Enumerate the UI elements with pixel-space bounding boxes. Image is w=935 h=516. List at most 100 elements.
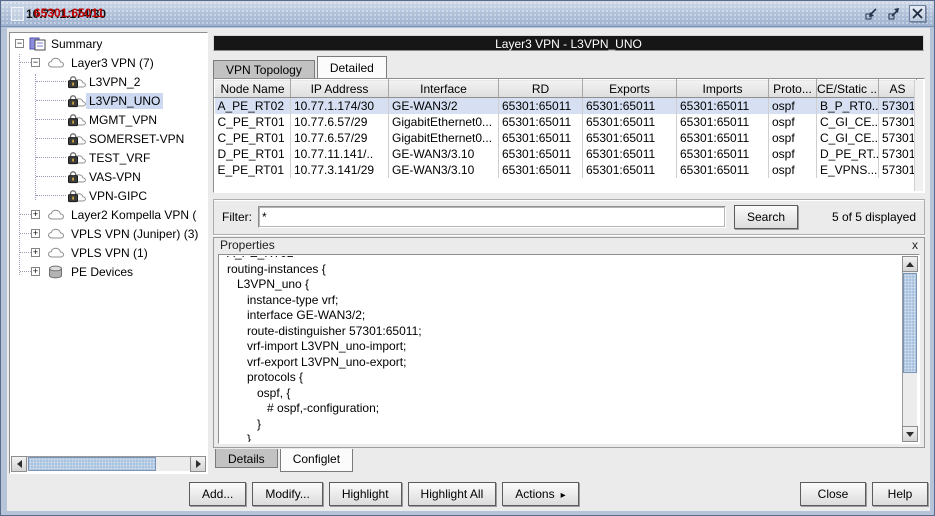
tree-item-vpn-gipc[interactable]: VPN-GIPC (11, 186, 206, 205)
table-cell[interactable]: 10.77.11.141/.. (291, 146, 389, 162)
table-cell[interactable]: C_GI_CE... (817, 130, 879, 146)
tree-item-label[interactable]: Summary (48, 36, 105, 52)
scroll-down-button[interactable] (902, 426, 918, 442)
table-cell[interactable]: 10.77.1.174/30 (291, 98, 389, 114)
table-cell[interactable]: 65301:65011 (677, 98, 769, 114)
table-cell[interactable]: GigabitEthernet0... (389, 114, 499, 130)
table-cell[interactable]: 65301:65011 (677, 146, 769, 162)
filter-input[interactable] (258, 206, 726, 228)
tree-item-vas-vpn[interactable]: VAS-VPN (11, 167, 206, 186)
properties-vertical-scrollbar[interactable] (902, 256, 918, 442)
column-header-proto[interactable]: Proto... (769, 80, 817, 98)
tree-item-label[interactable]: L3VPN_2 (86, 74, 143, 90)
table-cell[interactable]: 65301:65011 (677, 130, 769, 146)
table-cell[interactable]: ospf (769, 146, 817, 162)
tree-item-label[interactable]: SOMERSET-VPN (86, 131, 187, 147)
tree-item-l3vpn-uno[interactable]: L3VPN_UNO (11, 91, 206, 110)
tab-detailed[interactable]: Detailed (317, 56, 387, 78)
tree-item-label[interactable]: VPN-GIPC (86, 188, 150, 204)
scroll-up-button[interactable] (902, 256, 918, 272)
column-header-rd[interactable]: RD (499, 80, 583, 98)
tree-item-label[interactable]: Layer3 VPN (7) (68, 55, 157, 71)
collapse-icon[interactable]: − (31, 58, 40, 67)
scroll-right-button[interactable] (190, 456, 206, 472)
tree-item-summary[interactable]: − Summary (11, 34, 206, 53)
column-header-ip-address[interactable]: IP Address (291, 80, 389, 98)
table-cell[interactable]: 10.77.3.141/29 (291, 162, 389, 178)
table-cell[interactable]: 10.77.6.57/29 (291, 114, 389, 130)
table-row[interactable]: C_PE_RT0110.77.6.57/29GigabitEthernet0..… (215, 130, 917, 146)
modify-button[interactable]: Modify... (252, 482, 322, 506)
tab-vpn-topology[interactable]: VPN Topology (213, 60, 315, 78)
tree-item-label[interactable]: VPLS VPN (1) (68, 245, 151, 261)
table-row[interactable]: D_PE_RT0110.77.11.141/..GE-WAN3/3.10 6530… (215, 146, 917, 162)
tree-item-layer3-vpn-7[interactable]: − Layer3 VPN (7) (11, 53, 206, 72)
table-vertical-scrollbar[interactable] (914, 80, 923, 191)
column-header-node-name[interactable]: Node Name (215, 80, 291, 98)
tab-configlet[interactable]: Configlet (280, 449, 353, 472)
table-cell[interactable]: 65301:65011 (499, 162, 583, 178)
search-button[interactable]: Search (734, 205, 798, 229)
table-cell[interactable]: D_PE_RT... (817, 146, 879, 162)
table-row[interactable]: E_PE_RT0110.77.3.141/29GE-WAN3/3.1065301… (215, 162, 917, 178)
add-button[interactable]: Add... (189, 482, 246, 506)
expand-icon[interactable]: + (31, 210, 40, 219)
column-header-as[interactable]: AS (879, 80, 917, 98)
column-header-imports[interactable]: Imports (677, 80, 769, 98)
table-cell[interactable]: E_VPNS... (817, 162, 879, 178)
table-cell[interactable]: 65301:65011 (677, 114, 769, 130)
table-cell[interactable]: 65301:65011 (583, 146, 677, 162)
tree-item-mgmt-vpn[interactable]: MGMT_VPN (11, 110, 206, 129)
tree-item-l3vpn-2[interactable]: L3VPN_2 (11, 72, 206, 91)
tree-item-label[interactable]: Layer2 Kompella VPN ( (68, 207, 199, 223)
table-row[interactable]: A_PE_RT0210.77.1.174/30GE-WAN3/265301:65… (215, 98, 917, 114)
actions-menu-button[interactable]: Actions▸ (502, 482, 578, 506)
table-cell[interactable]: 57301 (879, 98, 917, 114)
close-dialog-button[interactable]: Close (800, 482, 866, 506)
close-button[interactable] (909, 5, 926, 22)
table-cell[interactable]: C_PE_RT01 (215, 130, 291, 146)
table-cell[interactable]: B_P_RT0... (817, 98, 879, 114)
table-cell[interactable]: 65301:65011 (499, 98, 583, 114)
table-cell[interactable]: C_PE_RT01 (215, 114, 291, 130)
tree-item-vpls-vpn-juniper-3[interactable]: +VPLS VPN (Juniper) (3) (11, 224, 206, 243)
table-cell[interactable]: C_GI_CE... (817, 114, 879, 130)
table-cell[interactable]: ospf (769, 130, 817, 146)
table-cell[interactable]: 57301 (879, 130, 917, 146)
table-cell[interactable]: GE-WAN3/3.10 (389, 146, 499, 162)
tree-item-layer2-kompella-vpn[interactable]: + Layer2 Kompella VPN ( (11, 205, 206, 224)
expand-icon[interactable]: + (31, 229, 40, 238)
minimize-button[interactable] (863, 5, 880, 22)
tree-item-pe-devices[interactable]: +PE Devices (11, 262, 206, 281)
table-cell[interactable]: 65301:65011 (583, 114, 677, 130)
table[interactable]: Node NameIP AddressInterfaceRDExportsImp… (214, 79, 917, 178)
tree-item-label[interactable]: PE Devices (68, 264, 136, 280)
table-cell[interactable]: 65301:65011 (583, 130, 677, 146)
maximize-button[interactable] (886, 5, 903, 22)
tree-item-label[interactable]: VAS-VPN (86, 169, 144, 185)
tree-item-label[interactable]: MGMT_VPN (86, 112, 160, 128)
table-cell[interactable]: 57301 (879, 162, 917, 178)
table-cell[interactable]: GigabitEthernet0... (389, 130, 499, 146)
tree-horizontal-scrollbar[interactable] (11, 456, 206, 472)
table-row[interactable]: C_PE_RT0110.77.6.57/29GigabitEthernet0..… (215, 114, 917, 130)
column-header-ce-static[interactable]: CE/Static ... (817, 80, 879, 98)
table-cell[interactable]: GE-WAN3/3.10 (389, 162, 499, 178)
table-cell[interactable]: D_PE_RT01 (215, 146, 291, 162)
scrollbar-thumb[interactable] (903, 273, 917, 373)
table-cell[interactable]: ospf (769, 114, 817, 130)
table-cell[interactable]: 65301:65011 (499, 114, 583, 130)
table-cell[interactable]: 65301:65011 (499, 130, 583, 146)
highlight-all-button[interactable]: Highlight All (408, 482, 497, 506)
table-cell[interactable]: 65301:65011 (677, 162, 769, 178)
scrollbar-thumb[interactable] (28, 457, 156, 471)
tree-item-label[interactable]: L3VPN_UNO (86, 93, 163, 109)
collapse-icon[interactable]: − (15, 39, 24, 48)
column-header-interface[interactable]: Interface (389, 80, 499, 98)
table-cell[interactable]: ospf (769, 162, 817, 178)
tree-item-test-vrf[interactable]: TEST_VRF (11, 148, 206, 167)
tab-details[interactable]: Details (215, 449, 278, 468)
title-bar[interactable]: 10.77.1.174/30 65301:65011 (1, 1, 934, 27)
table-cell[interactable]: A_PE_RT02 (215, 98, 291, 114)
table-cell[interactable]: ospf (769, 98, 817, 114)
